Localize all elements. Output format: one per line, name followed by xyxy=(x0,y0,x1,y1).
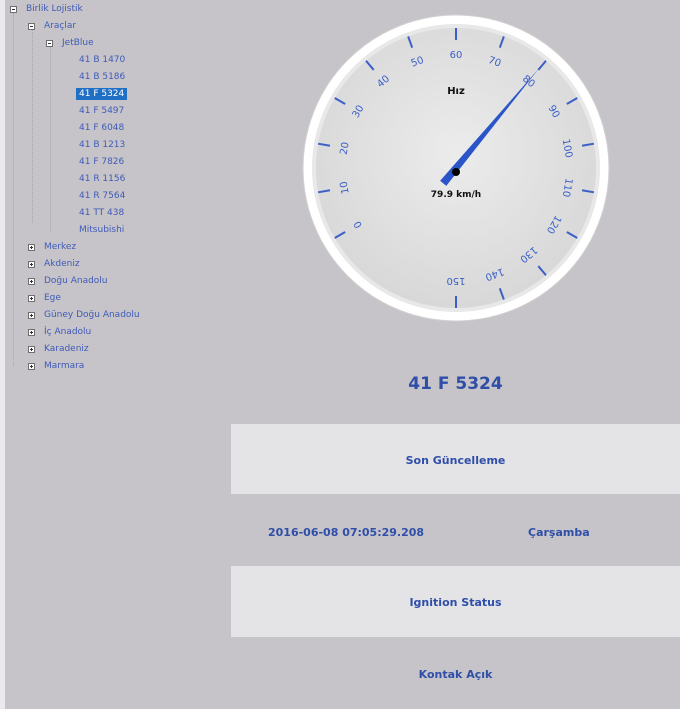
tree-node-label: Mitsubishi xyxy=(79,225,125,235)
tree-node-vehicle[interactable]: Mitsubishi xyxy=(76,222,127,238)
tree-node-region[interactable]: Güney Doğu Anadolu xyxy=(28,307,143,323)
tree-node-vehicle-selected[interactable]: 41 F 5324 xyxy=(76,86,128,102)
tree-node-label: Akdeniz xyxy=(44,259,80,269)
tree-node-vehicle[interactable]: 41 B 1213 xyxy=(76,137,128,153)
tree-guide-line xyxy=(13,10,14,366)
tree-node-label: 41 F 5497 xyxy=(79,106,125,116)
tree-node-label: 41 R 1156 xyxy=(79,174,126,184)
tree-node-label: Merkez xyxy=(44,242,77,252)
ignition-header: Ignition Status xyxy=(409,596,502,609)
expand-icon[interactable] xyxy=(28,311,35,319)
tree-node-label: Karadeniz xyxy=(44,344,89,354)
tree-node-vehicle[interactable]: 41 R 7564 xyxy=(76,188,128,204)
tree-node-region[interactable]: Marmara xyxy=(28,358,87,374)
tree-node-label: 41 B 1213 xyxy=(79,140,126,150)
tree-node-label: Araçlar xyxy=(44,21,77,31)
tree-node-label: Birlik Lojistik xyxy=(26,4,83,14)
tree-guide-line xyxy=(32,27,33,223)
left-edge-strip xyxy=(0,0,5,709)
gauge-tick-label: 60 xyxy=(450,50,463,61)
gauge-tick-label: 150 xyxy=(446,275,465,286)
tree-node-region[interactable]: İç Anadolu xyxy=(28,324,94,340)
expand-icon[interactable] xyxy=(28,362,35,370)
tree-node-label: Güney Doğu Anadolu xyxy=(44,310,140,320)
tree-node-label: Marmara xyxy=(44,361,85,371)
tree-node-region[interactable]: Doğu Anadolu xyxy=(28,273,111,289)
tree-node-label: Doğu Anadolu xyxy=(44,276,108,286)
tree-node-vehicle[interactable]: 41 B 5186 xyxy=(76,69,128,85)
tree-node-label: Ege xyxy=(44,293,61,303)
expand-icon[interactable] xyxy=(28,328,35,336)
gauge-tick-label: 20 xyxy=(339,141,352,155)
tree-node-region[interactable]: Karadeniz xyxy=(28,341,92,357)
collapse-icon[interactable] xyxy=(10,5,17,13)
last-update-day: Çarşamba xyxy=(528,526,590,539)
tree-node-vehicle[interactable]: 41 TT 438 xyxy=(76,205,127,221)
expand-icon[interactable] xyxy=(28,243,35,251)
tree-node-region[interactable]: Akdeniz xyxy=(28,256,83,272)
tree-node-label: 41 B 5186 xyxy=(79,72,126,82)
gauge-hub xyxy=(452,168,460,176)
tree-node-vehicle[interactable]: 41 R 1156 xyxy=(76,171,128,187)
gauge-title: Hız xyxy=(447,86,465,97)
tree-node-vehicle[interactable]: 41 F 5497 xyxy=(76,103,127,119)
collapse-icon[interactable] xyxy=(46,39,53,47)
vehicle-plate-title: 41 F 5324 xyxy=(408,374,503,394)
tree-node-vehicle[interactable]: 41 F 6048 xyxy=(76,120,127,136)
tree-node-brand-group[interactable]: JetBlue xyxy=(46,35,97,51)
tree-node-root[interactable]: Birlik Lojistik xyxy=(10,1,86,17)
tree-guide-line xyxy=(50,44,51,232)
tree-node-label: JetBlue xyxy=(62,38,94,48)
tree-node-vehicle[interactable]: 41 B 1470 xyxy=(76,52,128,68)
tree-node-label: 41 F 5324 xyxy=(76,88,128,100)
gauge-tick-label: 10 xyxy=(339,180,352,194)
tree-node-label: 41 R 7564 xyxy=(79,191,126,201)
tree-node-region[interactable]: Ege xyxy=(28,290,64,306)
expand-icon[interactable] xyxy=(28,277,35,285)
tree-node-region[interactable]: Merkez xyxy=(28,239,79,255)
tree-node-label: İç Anadolu xyxy=(44,327,92,337)
last-update-header: Son Güncelleme xyxy=(405,454,506,467)
tree-node-label: 41 F 7826 xyxy=(79,157,125,167)
gauge-readout: 79.9 km/h xyxy=(431,190,481,200)
expand-icon[interactable] xyxy=(28,345,35,353)
tree-node-label: 41 F 6048 xyxy=(79,123,125,133)
tree-node-label: 41 TT 438 xyxy=(79,208,125,218)
tree-node-label: 41 B 1470 xyxy=(79,55,126,65)
collapse-icon[interactable] xyxy=(28,22,35,30)
ignition-status-value: Kontak Açık xyxy=(418,668,493,681)
last-update-timestamp: 2016-06-08 07:05:29.208 xyxy=(268,526,425,539)
expand-icon[interactable] xyxy=(28,294,35,302)
tree-node-vehicle[interactable]: 41 F 7826 xyxy=(76,154,127,170)
tree-node-vehicles-group[interactable]: Araçlar xyxy=(28,18,79,34)
expand-icon[interactable] xyxy=(28,260,35,268)
speed-gauge: 0102030405060708090100110120130140150 Hı… xyxy=(302,14,610,322)
